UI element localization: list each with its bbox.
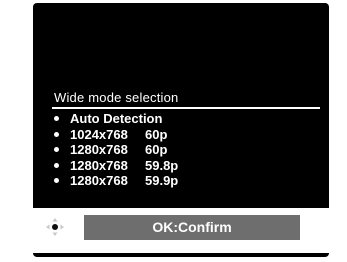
bullet-icon <box>54 162 59 168</box>
option-resolution: 1280x768 <box>70 157 128 173</box>
option-rate: 60p <box>145 126 168 142</box>
footer-bar: OK:Confirm <box>33 208 329 253</box>
dpad-icon <box>46 218 64 236</box>
option-1280x768-59.8p[interactable]: 1280x768 59.8p <box>54 158 178 174</box>
bullet-icon <box>54 147 59 153</box>
option-rate: 59.8p <box>145 157 179 173</box>
option-1280x768-60p[interactable]: 1280x768 60p <box>54 142 178 158</box>
wide-mode-options: Auto Detection 1024x768 60p 1280x768 60p 1… <box>54 111 178 189</box>
option-rate: 60p <box>145 142 168 157</box>
option-label: Auto Detection <box>70 111 163 126</box>
option-rate: 59.9p <box>145 173 179 188</box>
option-resolution: 1280x768 <box>70 142 128 157</box>
option-resolution: 1024x768 <box>70 126 128 142</box>
option-1024x768-60p[interactable]: 1024x768 60p <box>54 127 178 143</box>
bullet-icon <box>54 116 59 122</box>
option-resolution: 1280x768 <box>70 173 128 188</box>
option-1280x768-59.9p[interactable]: 1280x768 59.9p <box>54 173 178 189</box>
menu-title: Wide mode selection <box>54 90 179 105</box>
osd-screen: Wide mode selection Auto Detection 1024x… <box>33 3 329 257</box>
bullet-icon <box>54 131 59 137</box>
confirm-button[interactable]: OK:Confirm <box>84 215 300 240</box>
bullet-icon <box>54 178 59 184</box>
menu-divider <box>52 107 320 109</box>
option-auto-detection[interactable]: Auto Detection <box>54 111 178 127</box>
